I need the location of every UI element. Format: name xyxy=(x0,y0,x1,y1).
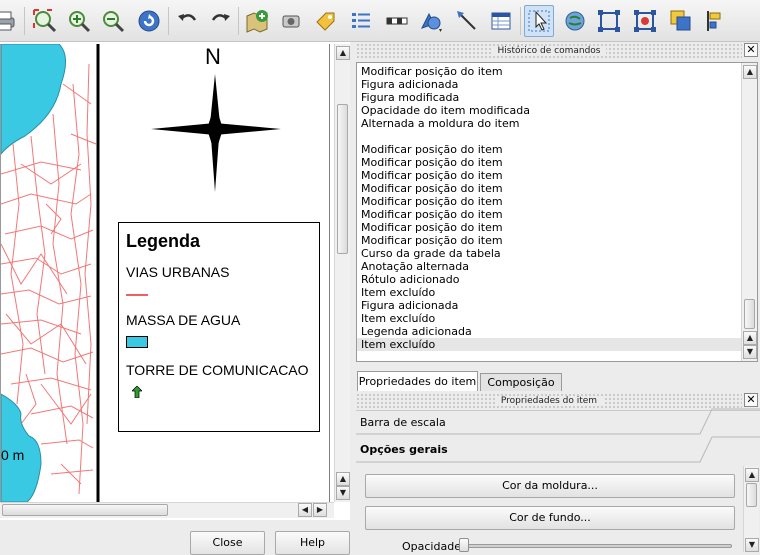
legend-entry-roads: VIAS URBANAS xyxy=(126,264,230,280)
close-history-panel-icon[interactable]: ✕ xyxy=(744,43,758,57)
group-icon[interactable] xyxy=(594,5,624,37)
print-icon[interactable] xyxy=(0,5,20,37)
scalebar-label: 0 m xyxy=(1,447,24,463)
main-toolbar xyxy=(0,0,760,42)
history-entry[interactable]: Anotação alternada xyxy=(361,260,741,273)
history-entry[interactable]: Modificar posição do item xyxy=(361,208,741,221)
close-properties-panel-icon[interactable]: ✕ xyxy=(744,393,758,407)
scroll-right-icon[interactable]: ▶ xyxy=(313,503,327,517)
add-label-icon[interactable] xyxy=(310,5,340,37)
refresh-icon[interactable] xyxy=(134,5,164,37)
zoom-out-icon[interactable] xyxy=(98,5,128,37)
water-symbol xyxy=(126,335,148,348)
redo-icon[interactable] xyxy=(206,5,236,37)
properties-scroll-thumb[interactable] xyxy=(746,483,757,507)
item-type-divider xyxy=(356,408,760,435)
zoom-in-icon[interactable] xyxy=(64,5,94,37)
legend-item[interactable]: Legenda VIAS URBANAS MASSA DE AGUA TORRE… xyxy=(118,222,320,432)
general-options-divider xyxy=(356,436,760,463)
north-arrow[interactable] xyxy=(151,74,281,192)
add-shape-icon[interactable] xyxy=(416,5,446,37)
history-entry[interactable]: Modificar posição do item xyxy=(361,65,741,78)
scroll-down-icon[interactable]: ▼ xyxy=(336,486,350,500)
history-scrollbar[interactable]: ▲ ▲ ▼ xyxy=(741,63,757,361)
roads-symbol xyxy=(126,294,148,296)
canvas-vertical-scrollbar[interactable]: ▲ ▲ ▼ xyxy=(334,44,350,502)
align-icon[interactable] xyxy=(700,5,730,37)
history-entry[interactable]: Legenda adicionada xyxy=(361,325,741,338)
history-entry[interactable]: Modificar posição do item xyxy=(361,156,741,169)
properties-scrollbar[interactable]: ▲ ▼ xyxy=(743,466,759,552)
scroll-up-icon[interactable]: ▲ xyxy=(336,46,350,60)
ungroup-icon[interactable] xyxy=(630,5,660,37)
history-entry[interactable]: Curso da grade da tabela xyxy=(361,247,741,260)
composer-canvas[interactable]: 0 m N Legenda VIAS URBANAS MASSA DE AGUA… xyxy=(0,44,330,502)
scroll-up-icon[interactable]: ▲ xyxy=(743,331,757,345)
history-entry[interactable]: Item excluído xyxy=(361,312,741,325)
tab-composition[interactable]: Composição xyxy=(480,373,562,391)
history-entry[interactable]: Item excluído xyxy=(357,338,741,351)
history-entry[interactable]: Alternada a moldura do item xyxy=(361,117,741,130)
history-list[interactable]: Modificar posição do item Figura adiciona… xyxy=(356,62,758,362)
properties-panel-title: Propriedades do item xyxy=(356,393,742,409)
canvas-horizontal-scrollbar[interactable]: ◀ ▶ xyxy=(0,502,334,518)
composer-canvas-area: 0 m N Legenda VIAS URBANAS MASSA DE AGUA… xyxy=(0,42,350,520)
history-entry[interactable]: Opacidade do item modificada xyxy=(361,104,741,117)
select-move-item-icon[interactable] xyxy=(524,5,554,37)
history-entry[interactable]: Modificar posição do item xyxy=(361,143,741,156)
raise-item-icon[interactable] xyxy=(666,5,696,37)
zoom-full-icon[interactable] xyxy=(30,5,60,37)
scroll-up-icon[interactable]: ▲ xyxy=(743,65,757,79)
history-entry[interactable]: Figura adicionada xyxy=(361,78,741,91)
add-image-icon[interactable] xyxy=(276,5,306,37)
horizontal-scroll-thumb[interactable] xyxy=(2,504,168,516)
history-entry[interactable]: Figura adicionada xyxy=(361,299,741,312)
vertical-scroll-thumb[interactable] xyxy=(337,104,348,254)
add-scalebar-icon[interactable] xyxy=(382,5,412,37)
history-entry[interactable]: Modificar posição do item xyxy=(361,234,741,247)
add-arrow-icon[interactable] xyxy=(452,5,482,37)
legend-title: Legenda xyxy=(126,231,201,251)
history-entry[interactable]: Modificar posição do item xyxy=(361,169,741,182)
add-table-icon[interactable] xyxy=(486,5,516,37)
history-entry[interactable]: Modificar posição do item xyxy=(361,182,741,195)
legend-entry-water: MASSA DE AGUA xyxy=(126,311,241,328)
background-color-button[interactable]: Cor de fundo... xyxy=(365,506,735,530)
history-entry[interactable]: Rótulo adicionado xyxy=(361,273,741,286)
undo-icon[interactable] xyxy=(172,5,202,37)
move-content-icon[interactable] xyxy=(560,5,590,37)
tower-arrow-icon xyxy=(131,385,143,398)
opacity-slider-handle[interactable] xyxy=(459,538,469,552)
scroll-down-icon[interactable]: ▼ xyxy=(743,345,757,359)
history-entry[interactable]: Item excluído xyxy=(361,286,741,299)
add-legend-icon[interactable] xyxy=(346,5,376,37)
opacity-label: Opacidade xyxy=(402,540,461,553)
north-label: N xyxy=(205,44,221,69)
scroll-up-icon[interactable]: ▲ xyxy=(336,472,350,486)
legend-entry-tower: TORRE DE COMUNICACAO xyxy=(126,361,309,378)
scroll-down-icon[interactable]: ▼ xyxy=(745,538,759,552)
tab-item-properties[interactable]: Propriedades do item xyxy=(357,371,478,391)
history-entry[interactable]: Modificar posição do item xyxy=(361,221,741,234)
history-entry[interactable]: Figura modificada xyxy=(361,91,741,104)
frame-color-button[interactable]: Cor da moldura... xyxy=(365,474,735,498)
history-entry[interactable]: Modificar posição do item xyxy=(361,195,741,208)
close-button[interactable]: Close xyxy=(190,531,265,555)
scroll-up-icon[interactable]: ▲ xyxy=(745,468,759,482)
add-map-icon[interactable] xyxy=(242,5,272,37)
scroll-left-icon[interactable]: ◀ xyxy=(298,503,312,517)
opacity-slider-track[interactable] xyxy=(462,544,732,548)
history-scroll-thumb[interactable] xyxy=(744,299,755,329)
history-panel-title: Histórico de comandos xyxy=(356,43,742,59)
history-entry[interactable] xyxy=(361,130,741,143)
help-button[interactable]: Help xyxy=(275,531,350,555)
